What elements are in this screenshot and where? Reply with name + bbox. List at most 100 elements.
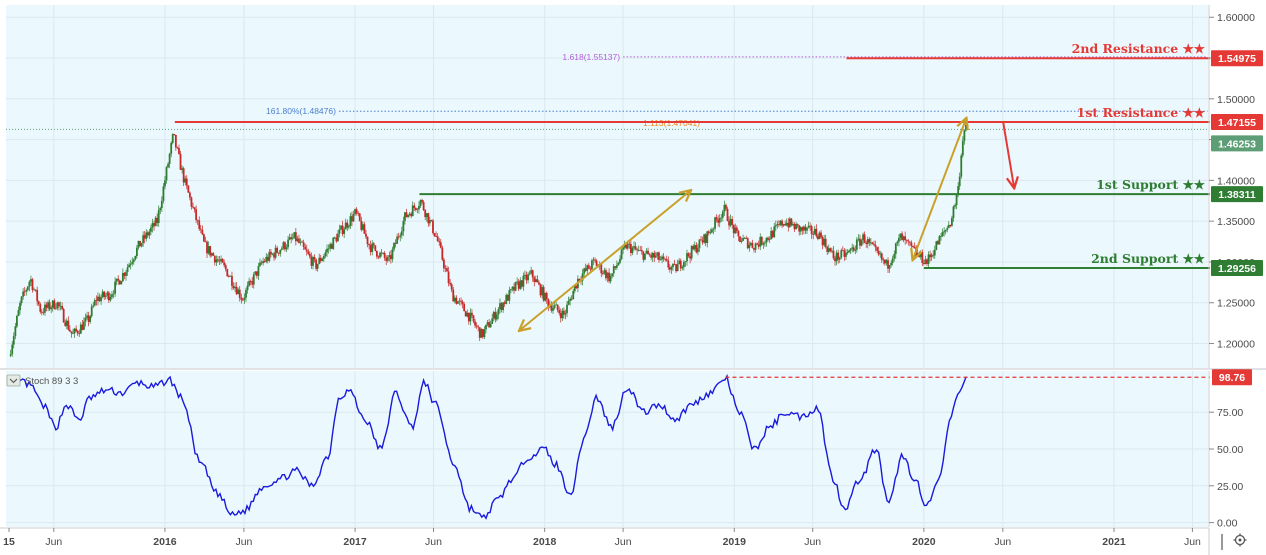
- time-tick-label: 2021: [1102, 536, 1126, 548]
- gear-icon[interactable]: [1233, 533, 1247, 547]
- candle-body: [201, 229, 204, 235]
- candle-body: [806, 227, 808, 231]
- time-tick-label: 2017: [343, 536, 367, 548]
- candle-body: [954, 205, 956, 207]
- candle-body: [606, 272, 609, 279]
- candle-body: [868, 239, 871, 243]
- candle-body: [896, 241, 899, 244]
- candle-body: [118, 280, 121, 285]
- candle-body: [139, 240, 141, 247]
- candle-body: [757, 244, 760, 247]
- candle-body: [252, 274, 255, 285]
- candle-body: [383, 252, 386, 258]
- candle-body: [742, 238, 744, 241]
- candle-body: [941, 231, 944, 237]
- candle-body: [282, 242, 285, 249]
- candle-body: [488, 322, 490, 328]
- candle-body: [100, 297, 102, 302]
- candle-body: [411, 205, 414, 217]
- price-tick-label: 1.35000: [1217, 216, 1255, 228]
- candle-body: [679, 260, 682, 269]
- candle-body: [472, 315, 475, 322]
- candle-body: [310, 256, 313, 266]
- candle-body: [829, 248, 832, 252]
- candle-body: [784, 224, 787, 226]
- candle-body: [555, 304, 557, 306]
- candle-body: [712, 228, 715, 230]
- candle-body: [823, 238, 826, 246]
- candle-body: [908, 241, 911, 243]
- candle-body: [137, 240, 140, 248]
- candle-body: [717, 219, 720, 223]
- candle-body: [165, 167, 168, 181]
- candle-body: [26, 286, 29, 291]
- candle-body: [662, 256, 665, 259]
- candle-body: [449, 283, 452, 285]
- stoch-legend[interactable]: Stoch 89 3 3: [6, 374, 78, 387]
- candle-body: [382, 252, 385, 254]
- candle-body: [193, 207, 196, 210]
- candle-body: [714, 217, 716, 229]
- candle-body: [408, 213, 411, 215]
- candle-body: [422, 202, 425, 211]
- candle-body: [323, 256, 325, 259]
- candle-body: [743, 237, 746, 239]
- candle-body: [668, 267, 671, 270]
- candle-body: [813, 228, 816, 235]
- candle-body: [388, 255, 391, 258]
- candle-body: [51, 300, 54, 308]
- resistance-price-value: 1.54975: [1218, 53, 1256, 65]
- candle-body: [330, 244, 333, 249]
- candle-body: [824, 238, 827, 247]
- candle-body: [958, 176, 961, 187]
- candle-body: [413, 205, 416, 208]
- candle-body: [902, 236, 905, 241]
- candle-body: [341, 225, 344, 234]
- candle-body: [206, 241, 208, 254]
- candle-body: [397, 236, 400, 238]
- fib-label: 161.80%(1.48476): [266, 106, 336, 116]
- candle-body: [475, 325, 478, 327]
- candle-body: [721, 211, 724, 218]
- candle-body: [380, 252, 383, 254]
- candle-body: [369, 245, 372, 252]
- candle-body: [541, 287, 543, 296]
- candle-body: [349, 216, 352, 226]
- candle-body: [653, 252, 656, 258]
- candle-body: [821, 237, 824, 246]
- candle-body: [690, 246, 693, 259]
- candle-body: [418, 205, 420, 210]
- candle-body: [754, 243, 757, 250]
- candle-body: [559, 313, 562, 319]
- support-label: 1st Support ★★: [1096, 177, 1206, 192]
- candle-body: [594, 259, 596, 261]
- candle-body: [684, 261, 687, 263]
- candle-body: [68, 329, 71, 332]
- candle-body: [884, 259, 886, 264]
- candle-body: [73, 328, 76, 334]
- candle-body: [111, 294, 113, 298]
- candle-body: [912, 245, 914, 247]
- candle-body: [404, 212, 406, 221]
- candle-body: [707, 231, 710, 234]
- candle-body: [457, 301, 459, 304]
- candle-body: [391, 249, 394, 260]
- candle-body: [302, 242, 305, 247]
- candle-body: [79, 324, 82, 334]
- candle-body: [645, 250, 648, 254]
- candle-body: [9, 354, 12, 356]
- candle-body: [402, 220, 405, 232]
- candle-body: [410, 213, 413, 217]
- candle-body: [126, 267, 129, 273]
- candle-body: [935, 241, 938, 250]
- candle-body: [198, 220, 201, 229]
- candle-body: [894, 243, 897, 254]
- candle-body: [424, 210, 427, 218]
- candle-body: [517, 281, 520, 289]
- candle-body: [14, 326, 17, 337]
- candle-body: [167, 163, 169, 168]
- candle-body: [506, 295, 509, 301]
- candle-body: [947, 224, 950, 229]
- candle-body: [924, 259, 927, 264]
- candle-body: [544, 292, 547, 301]
